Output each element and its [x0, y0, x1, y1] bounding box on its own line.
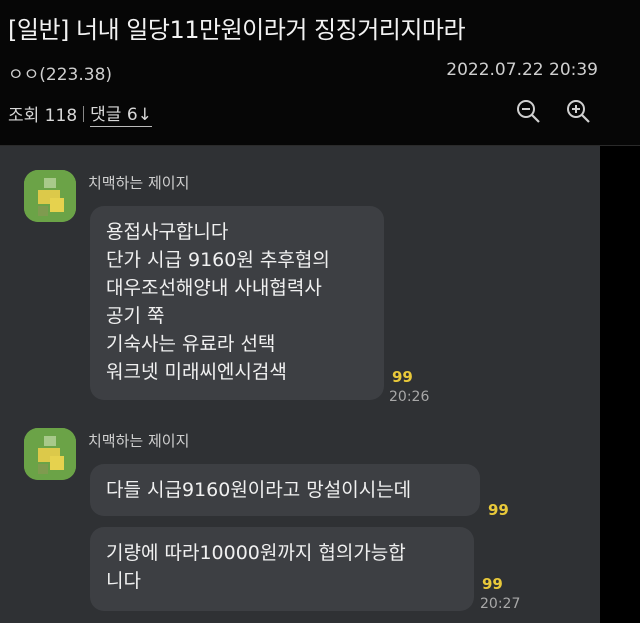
- post-stats: 조회 118 댓글 6↓: [8, 100, 152, 127]
- message-line: 단가 시급 9160원 추후협의: [106, 249, 330, 271]
- message-line: 공기 쭉: [106, 305, 165, 327]
- author-name[interactable]: ㅇㅇ(223.38): [8, 60, 112, 85]
- message-line: 다들 시급9160원이라고 망설이시는데: [106, 479, 412, 501]
- unread-count: 99: [488, 501, 509, 519]
- message-line: 기량에 따라10000원까지 협의가능합: [106, 542, 406, 564]
- chat-screenshot: 치맥하는 제이지 용접사구합니다 단가 시급 9160원 추후협의 대우조선해양…: [0, 146, 600, 623]
- message-bubble: 기량에 따라10000원까지 협의가능합 니다: [90, 527, 474, 611]
- view-count: 조회 118: [8, 106, 78, 126]
- sender-name: 치맥하는 제이지: [88, 174, 190, 192]
- message-line: 워크넷 미래씨엔시검색: [106, 361, 287, 383]
- message-line: 대우조선해양내 사내협력사: [106, 277, 322, 299]
- message-line: 용접사구합니다: [106, 221, 229, 243]
- message-line: 기숙사는 유료라 선택: [106, 333, 276, 355]
- unread-count: 99: [482, 575, 503, 593]
- message-time: 20:26: [389, 389, 430, 405]
- stats-divider: [83, 105, 85, 122]
- zoom-in-icon[interactable]: [565, 98, 591, 124]
- post-header: [일반] 너내 일당11만원이라거 징징거리지마라 ㅇㅇ(223.38) 202…: [0, 0, 640, 145]
- sender-name: 치맥하는 제이지: [88, 432, 190, 450]
- post-title: [일반] 너내 일당11만원이라거 징징거리지마라: [8, 16, 466, 44]
- message-line: 니다: [106, 570, 141, 592]
- unread-count: 99: [392, 368, 413, 386]
- sender-avatar[interactable]: [24, 170, 76, 222]
- zoom-out-icon[interactable]: [515, 98, 541, 124]
- sender-avatar[interactable]: [24, 428, 76, 480]
- message-bubble: 다들 시급9160원이라고 망설이시는데: [90, 464, 480, 516]
- comment-count-link[interactable]: 댓글 6↓: [90, 100, 152, 127]
- page-margin: [600, 146, 640, 623]
- post-date: 2022.07.22 20:39: [446, 60, 598, 80]
- message-time: 20:27: [480, 596, 521, 612]
- message-bubble: 용접사구합니다 단가 시급 9160원 추후협의 대우조선해양내 사내협력사 공…: [90, 206, 384, 400]
